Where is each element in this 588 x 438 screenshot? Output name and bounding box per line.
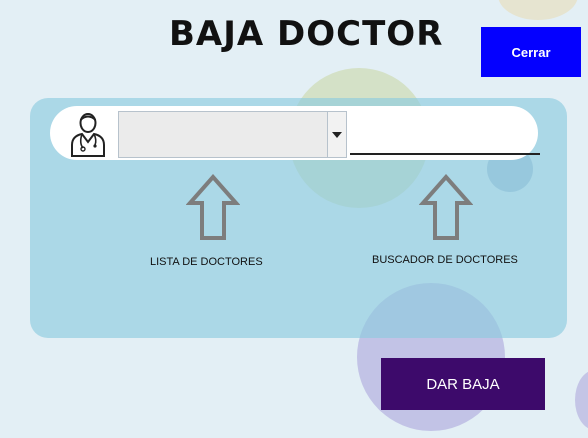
dar-baja-button[interactable]: DAR BAJA — [381, 358, 545, 410]
page-title: BAJA DOCTOR — [169, 14, 444, 54]
close-button[interactable]: Cerrar — [481, 27, 581, 77]
doctor-search-label: BUSCADOR DE DOCTORES — [372, 254, 518, 266]
doctor-search-input[interactable] — [350, 111, 540, 155]
doctor-list-label: LISTA DE DOCTORES — [150, 256, 263, 268]
doctor-icon — [71, 113, 105, 157]
chevron-down-icon — [332, 131, 342, 138]
doctor-list-combobox[interactable] — [118, 111, 347, 158]
arrow-up-icon — [186, 174, 240, 240]
decor-bubble — [575, 370, 588, 430]
combobox-dropdown-button[interactable] — [327, 112, 346, 157]
arrow-up-icon — [419, 174, 473, 240]
decor-bubble — [498, 0, 578, 20]
